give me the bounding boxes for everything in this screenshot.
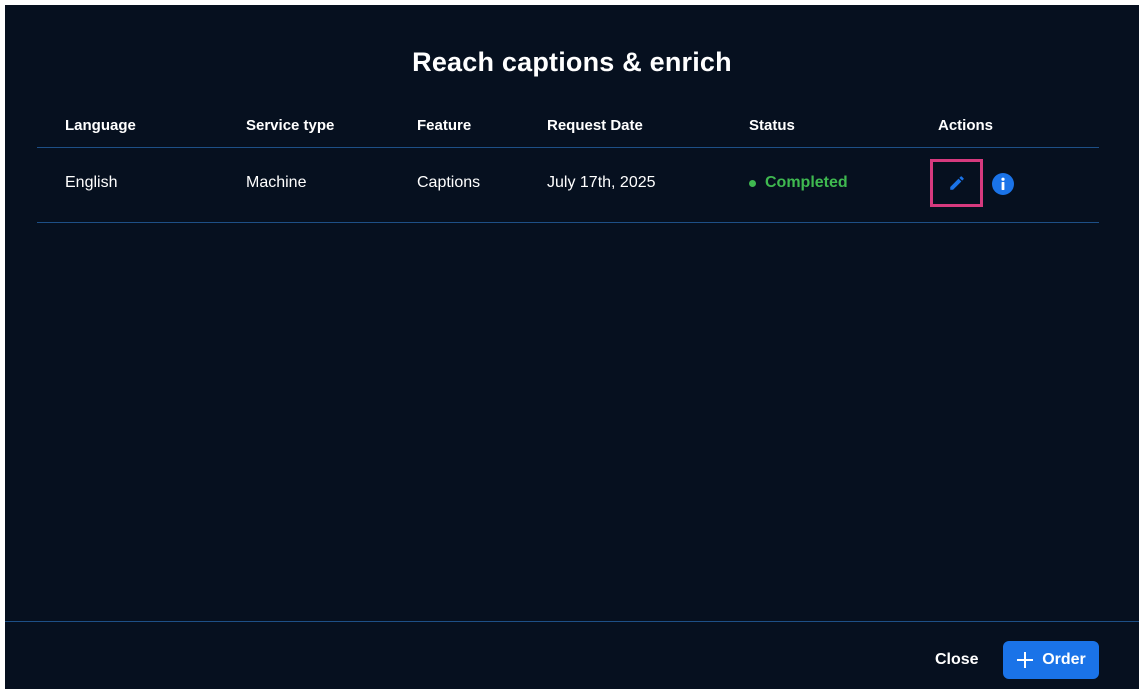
captions-dialog: Reach captions & enrich Language Service… — [5, 5, 1139, 689]
status-dot-icon — [749, 179, 756, 187]
header-status: Status — [749, 117, 795, 134]
close-button[interactable]: Close — [929, 642, 985, 678]
cell-status: Completed — [749, 174, 848, 192]
requests-table: Language Service type Feature Request Da… — [37, 109, 1099, 223]
status-label: Completed — [765, 174, 848, 191]
plus-icon — [1017, 652, 1034, 668]
info-icon — [1001, 177, 1005, 190]
info-button[interactable] — [992, 173, 1014, 195]
edit-button[interactable] — [930, 159, 983, 207]
table-header: Language Service type Feature Request Da… — [37, 109, 1099, 148]
header-actions: Actions — [938, 117, 994, 134]
dialog-title: Reach captions & enrich — [412, 47, 732, 77]
pencil-icon — [949, 176, 964, 190]
status-badge: Completed — [749, 174, 848, 192]
cell-language: English — [65, 174, 118, 191]
cell-service-type: Machine — [246, 174, 307, 191]
header-feature: Feature — [417, 117, 472, 134]
order-button[interactable]: Order — [1003, 641, 1099, 679]
table-row: English Machine Captions July 17th, 2025… — [37, 148, 1099, 223]
header-request-date: Request Date — [547, 117, 643, 134]
footer-divider — [5, 621, 1139, 622]
order-label: Order — [1042, 651, 1086, 668]
header-service-type: Service type — [246, 117, 335, 134]
cell-request-date: July 17th, 2025 — [547, 174, 656, 191]
cell-feature: Captions — [417, 174, 481, 191]
header-language: Language — [65, 117, 136, 134]
